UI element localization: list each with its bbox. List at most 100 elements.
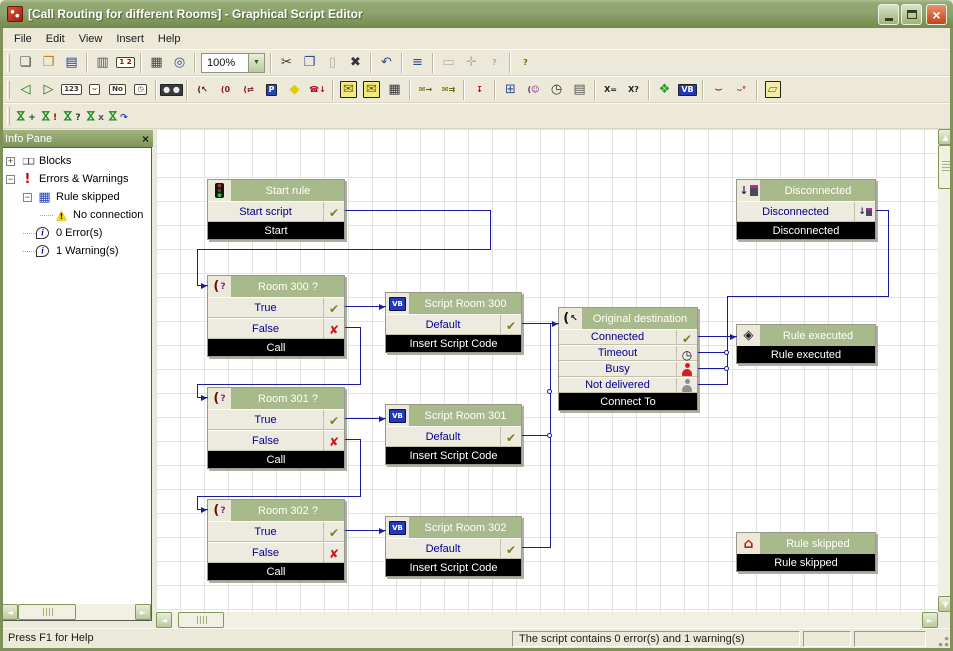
answer-call-button[interactable]: (↖	[191, 79, 214, 101]
tree-item-blocks[interactable]: Blocks	[36, 155, 71, 167]
tree-item-rule-skipped[interactable]: Rule skipped	[53, 191, 120, 203]
scroll-track[interactable]	[76, 604, 135, 620]
block-row-default[interactable]: Default	[386, 314, 521, 335]
maximize-button[interactable]	[901, 4, 922, 25]
delete-button[interactable]: ✖	[344, 52, 367, 74]
block-header[interactable]: Room 301 ?	[208, 388, 344, 409]
block-row-timeout[interactable]: Timeout	[559, 345, 697, 361]
block-header[interactable]: Original destination	[559, 308, 697, 329]
hold-call-button[interactable]: (0	[214, 79, 237, 101]
block-footer[interactable]: Insert Script Code	[386, 559, 521, 576]
info-pane-titlebar[interactable]: Info Pane ×	[1, 130, 153, 147]
tree-expander-icon[interactable]: −	[23, 193, 32, 202]
cut-button[interactable]: ✂	[275, 52, 298, 74]
pull-call-button[interactable]: ↧	[468, 79, 491, 101]
tree-expander-icon[interactable]: +	[6, 157, 15, 166]
menu-file[interactable]: File	[7, 30, 39, 48]
open-button[interactable]: ❐	[37, 52, 60, 74]
block-header[interactable]: Script Room 302	[386, 517, 521, 538]
forward-mail-list-button[interactable]: ✉⇉	[437, 79, 460, 101]
scroll-right-icon[interactable]: ►	[135, 604, 151, 620]
tree-item-errors-warnings[interactable]: Errors & Warnings	[36, 173, 128, 185]
renumber-blocks-button[interactable]: 1 2	[114, 52, 137, 74]
block-header[interactable]: Room 300 ?	[208, 276, 344, 297]
send-message-button[interactable]: ✉	[360, 79, 383, 101]
voice-action-timer-button[interactable]: ⌣°	[730, 79, 753, 101]
toolbar-gripper[interactable]	[7, 81, 10, 99]
scroll-left-icon[interactable]: ◄	[156, 612, 172, 628]
block-footer[interactable]: Connect To	[559, 393, 697, 410]
route-call-button[interactable]: ◆	[283, 79, 306, 101]
menu-edit[interactable]: Edit	[39, 30, 72, 48]
copy-button[interactable]: ❐	[298, 52, 321, 74]
canvas-hscrollbar[interactable]: ◄ ►	[156, 612, 938, 628]
block-row-connected[interactable]: Connected	[559, 329, 697, 345]
block-row-true[interactable]: True	[208, 409, 344, 430]
properties-button[interactable]: ▥	[91, 52, 114, 74]
block-row-default[interactable]: Default	[386, 538, 521, 559]
prompt-record-button[interactable]: ▷	[37, 79, 60, 101]
voice-action-button[interactable]: ⌣	[707, 79, 730, 101]
block-header[interactable]: Disconnected	[737, 180, 875, 201]
chevron-down-icon[interactable]: ▼	[248, 54, 264, 72]
forward-mail-button[interactable]: ✉→	[414, 79, 437, 101]
block-room-301[interactable]: Room 301 ?TrueFalseCall	[207, 387, 345, 469]
prompt-play-button[interactable]: ◁	[14, 79, 37, 101]
rule-new-button[interactable]: ⋈+	[14, 105, 37, 127]
block-header[interactable]: Rule skipped	[737, 533, 875, 554]
send-mail-button[interactable]: ✉	[337, 79, 360, 101]
menu-help[interactable]: Help	[151, 30, 188, 48]
decision-button[interactable]: ❖	[653, 79, 676, 101]
block-footer[interactable]: Call	[208, 563, 344, 580]
tree-item-0-error-s[interactable]: 0 Error(s)	[53, 227, 102, 239]
block-footer[interactable]: Insert Script Code	[386, 447, 521, 464]
hangup-call-button[interactable]: ☎↓	[306, 79, 329, 101]
block-header[interactable]: Room 302 ?	[208, 500, 344, 521]
block-script-room-302[interactable]: Script Room 302DefaultInsert Script Code	[385, 516, 522, 577]
block-footer[interactable]: Rule skipped	[737, 554, 875, 571]
minimize-button[interactable]	[878, 4, 899, 25]
block-header[interactable]: Start rule	[208, 180, 344, 201]
info-pane-hscrollbar[interactable]: ◄ ►	[2, 604, 151, 620]
prompt-voice-button[interactable]: ⌣	[83, 79, 106, 101]
block-disconnected[interactable]: DisconnectedDisconnectedDisconnected	[736, 179, 876, 240]
keypad-button[interactable]: ▦	[383, 79, 406, 101]
block-row-false[interactable]: False	[208, 318, 344, 339]
block-original-destination[interactable]: Original destinationConnectedTimeoutBusy…	[558, 307, 698, 411]
print-button[interactable]: ▦	[145, 52, 168, 74]
block-header[interactable]: Rule executed	[737, 325, 875, 346]
save-button[interactable]: ▤	[60, 52, 83, 74]
block-row-busy[interactable]: Busy	[559, 361, 697, 377]
toolbar-gripper[interactable]	[7, 107, 10, 125]
recorder-button[interactable]: ● ●	[160, 79, 183, 101]
block-row-true[interactable]: True	[208, 521, 344, 542]
block-header[interactable]: Script Room 300	[386, 293, 521, 314]
scroll-track[interactable]	[224, 612, 922, 628]
block-row-start-script[interactable]: Start script	[208, 201, 344, 222]
block-footer[interactable]: Disconnected	[737, 222, 875, 239]
rule-priority-button[interactable]: ⋈!	[37, 105, 60, 127]
org-tree-button[interactable]: ⊞	[499, 79, 522, 101]
block-rule-executed[interactable]: Rule executedRule executed	[736, 324, 876, 364]
new-button[interactable]: ❏	[14, 52, 37, 74]
prompt-number-button[interactable]: No	[106, 79, 129, 101]
block-footer[interactable]: Call	[208, 451, 344, 468]
block-row-not-delivered[interactable]: Not delivered	[559, 377, 697, 393]
block-room-302[interactable]: Room 302 ?TrueFalseCall	[207, 499, 345, 581]
block-room-300[interactable]: Room 300 ?TrueFalseCall	[207, 275, 345, 357]
block-script-room-300[interactable]: Script Room 300DefaultInsert Script Code	[385, 292, 522, 353]
block-row-default[interactable]: Default	[386, 426, 521, 447]
dial-agent-button[interactable]: (☺	[522, 79, 545, 101]
block-row-disconnected[interactable]: Disconnected	[737, 201, 875, 222]
block-row-false[interactable]: False	[208, 542, 344, 563]
block-row-true[interactable]: True	[208, 297, 344, 318]
scroll-thumb[interactable]	[178, 612, 224, 628]
resize-grip-icon[interactable]	[937, 635, 949, 647]
block-footer[interactable]: Rule executed	[737, 346, 875, 363]
menu-view[interactable]: View	[72, 30, 110, 48]
prompt-time-button[interactable]: ◷	[129, 79, 152, 101]
block-start-rule[interactable]: Start ruleStart scriptStart	[207, 179, 345, 240]
test-variable-button[interactable]: X?	[622, 79, 645, 101]
rule-delete-button[interactable]: ⋈x	[83, 105, 106, 127]
scroll-left-icon[interactable]: ◄	[2, 604, 18, 620]
